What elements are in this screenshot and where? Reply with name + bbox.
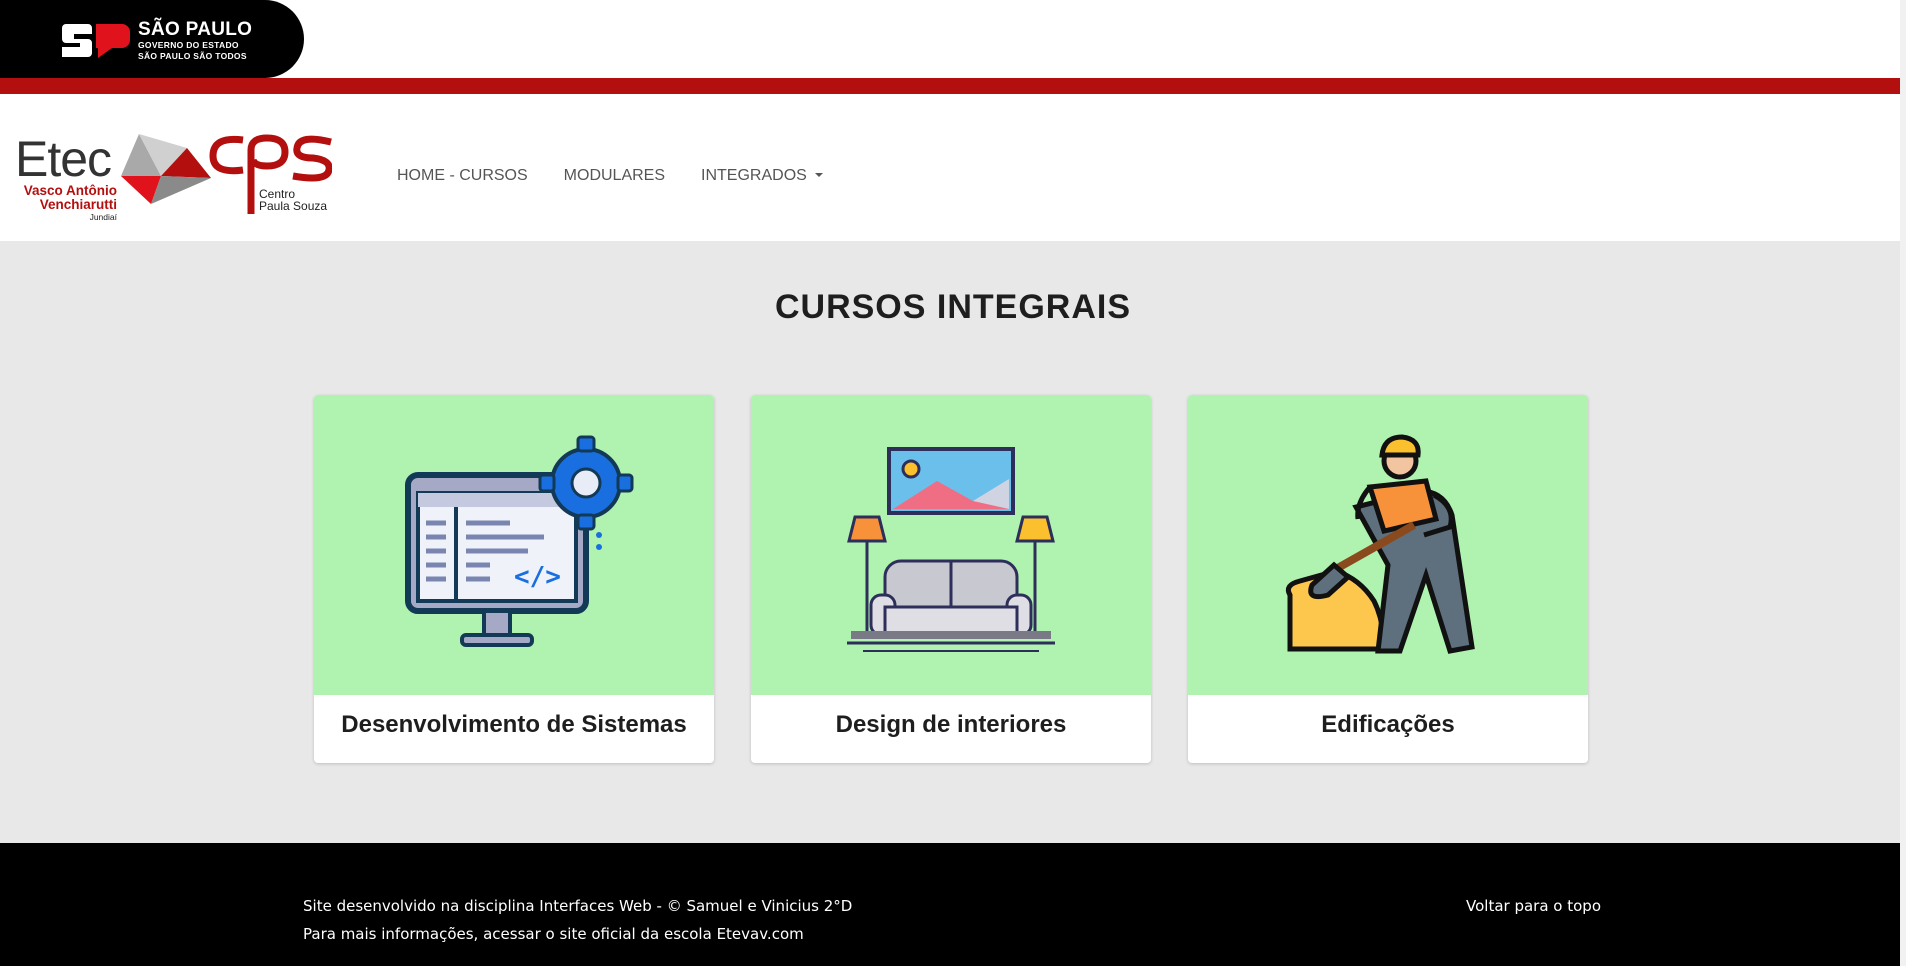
gov-state-name: SÃO PAULO xyxy=(138,19,253,40)
navbar: Etec Vasco Antônio Venchiarutti Jundiaí … xyxy=(0,94,1906,241)
menu-modulares[interactable]: MODULARES xyxy=(546,166,683,186)
footer-info: Site desenvolvido na disciplina Interfac… xyxy=(303,892,852,948)
card-title: Desenvolvimento de Sistemas xyxy=(341,711,687,738)
page-scrollbar[interactable] xyxy=(1900,0,1906,966)
course-card-design-interiores[interactable]: Design de interiores xyxy=(751,395,1151,763)
cps-logo[interactable]: Centro Paula Souza xyxy=(207,130,333,220)
footer-more-info-text: Para mais informações, acessar o site of… xyxy=(303,925,717,943)
menu-integrados-dropdown[interactable]: INTEGRADOS xyxy=(683,166,841,186)
sp-logo-icon xyxy=(62,24,130,58)
sofa-living-room-icon xyxy=(847,447,1055,652)
gov-slogan: SÃO PAULO SÃO TODOS xyxy=(138,51,247,61)
main-menu: HOME - CURSOS MODULARES INTEGRADOS xyxy=(397,166,841,186)
menu-label: MODULARES xyxy=(563,167,666,184)
footer-more-info: Para mais informações, acessar o site of… xyxy=(303,920,852,948)
menu-home-cursos[interactable]: HOME - CURSOS xyxy=(397,166,546,186)
etec-logo[interactable]: Etec Vasco Antônio Venchiarutti Jundiaí xyxy=(15,131,211,222)
gov-subtitle: GOVERNO DO ESTADO xyxy=(138,40,239,50)
etec-school-name: Vasco Antônio Venchiarutti xyxy=(23,183,117,212)
etec-city: Jundiaí xyxy=(89,212,117,222)
footer-credits: Site desenvolvido na disciplina Interfac… xyxy=(303,897,853,915)
course-card-desenvolvimento[interactable]: </> Desenvolvimento de Sistemas xyxy=(314,395,714,763)
computer-code-gear-icon: </> xyxy=(405,435,634,647)
construction-worker-icon xyxy=(1285,434,1475,654)
red-divider xyxy=(0,78,1906,94)
card-image: </> xyxy=(314,395,714,695)
card-title: Edificações xyxy=(1321,711,1455,738)
cps-name: Centro Paula Souza xyxy=(259,187,328,213)
menu-label: INTEGRADOS xyxy=(701,167,807,184)
card-image xyxy=(751,395,1151,695)
card-image xyxy=(1188,395,1588,695)
card-title: Design de interiores xyxy=(835,711,1067,738)
course-card-edificacoes[interactable]: Edificações xyxy=(1188,395,1588,763)
menu-label: HOME - CURSOS xyxy=(397,167,528,184)
government-banner: SÃO PAULO GOVERNO DO ESTADO SÃO PAULO SÃ… xyxy=(0,0,1906,78)
footer: Site desenvolvido na disciplina Interfac… xyxy=(0,843,1906,966)
school-site-link[interactable]: Etevav.com xyxy=(717,925,804,943)
sp-government-logo[interactable]: SÃO PAULO GOVERNO DO ESTADO SÃO PAULO SÃ… xyxy=(0,0,304,78)
svg-text:</>: </> xyxy=(514,562,561,592)
etec-wordmark: Etec xyxy=(15,131,112,187)
page-title: CURSOS INTEGRAIS xyxy=(774,288,1132,326)
back-to-top-link[interactable]: Voltar para o topo xyxy=(1466,892,1601,920)
main-content: CURSOS INTEGRAIS </> Desenvolvimento de … xyxy=(0,241,1906,843)
etec-triangle-icon xyxy=(121,134,211,204)
caret-down-icon xyxy=(814,173,823,177)
